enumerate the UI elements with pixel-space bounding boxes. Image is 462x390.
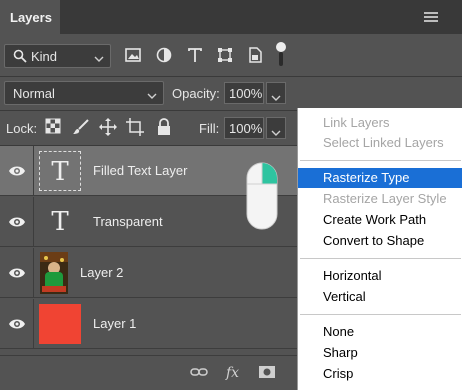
menu-item-crisp[interactable]: Crisp xyxy=(298,364,462,384)
menu-item-sharp[interactable]: Sharp xyxy=(298,343,462,363)
menu-item-rasterize-type[interactable]: Rasterize Type xyxy=(298,168,462,188)
menu-item-link-layers[interactable]: Link Layers xyxy=(298,113,462,133)
lock-label: Lock: xyxy=(6,121,38,136)
lock-transparent-pixels-icon[interactable] xyxy=(45,118,63,136)
menu-item-create-work-path[interactable]: Create Work Path xyxy=(298,210,462,230)
image-filter-icon[interactable] xyxy=(124,46,144,66)
divider xyxy=(0,76,462,77)
lock-icon[interactable] xyxy=(156,118,174,136)
filter-toggle[interactable] xyxy=(276,42,286,68)
opacity-label: Opacity: xyxy=(172,86,220,101)
fill-dropdown[interactable] xyxy=(266,117,286,139)
eye-icon[interactable] xyxy=(8,317,26,331)
move-icon[interactable] xyxy=(99,118,117,136)
right-click-mouse-icon xyxy=(246,162,278,230)
brush-icon[interactable] xyxy=(72,118,90,136)
chevron-down-icon xyxy=(271,124,281,142)
fx-icon[interactable]: fx xyxy=(226,365,239,381)
menu-divider xyxy=(300,258,461,259)
menu-item-horizontal[interactable]: Horizontal xyxy=(298,266,462,286)
menu-item-vertical[interactable]: Vertical xyxy=(298,287,462,307)
fill-label: Fill: xyxy=(199,121,220,136)
opacity-input[interactable]: 100% xyxy=(224,82,264,104)
menu-divider xyxy=(300,314,461,315)
smart-object-filter-icon[interactable] xyxy=(246,46,266,66)
link-icon[interactable] xyxy=(190,365,208,381)
panel-header: Layers xyxy=(0,0,462,34)
fill-input[interactable]: 100% xyxy=(224,117,264,139)
layers-panel: Layers Kind Normal Opacity: 100% Lock: F… xyxy=(0,0,462,390)
panel-menu-icon[interactable] xyxy=(424,12,438,22)
search-icon xyxy=(13,49,27,66)
layer-name[interactable]: Layer 1 xyxy=(93,316,136,331)
tab-layers[interactable]: Layers xyxy=(0,0,60,34)
blend-mode-select[interactable]: Normal xyxy=(4,81,164,105)
type-filter-icon[interactable] xyxy=(186,46,206,66)
menu-item-rasterize-layer-style[interactable]: Rasterize Layer Style xyxy=(298,189,462,209)
opacity-dropdown[interactable] xyxy=(266,82,286,104)
chevron-down-icon xyxy=(94,51,104,66)
filter-kind-label: Kind xyxy=(31,49,58,64)
layer-name[interactable]: Transparent xyxy=(93,214,163,229)
eye-icon[interactable] xyxy=(8,164,26,178)
chevron-down-icon xyxy=(271,89,281,107)
blend-mode-value: Normal xyxy=(13,86,55,101)
filter-kind-select[interactable]: Kind xyxy=(4,44,111,68)
menu-divider xyxy=(300,160,461,161)
chevron-down-icon xyxy=(147,88,157,103)
layer-thumbnail-type: T xyxy=(39,151,81,191)
menu-item-select-linked-layers[interactable]: Select Linked Layers xyxy=(298,133,462,153)
context-menu: Link Layers Select Linked Layers Rasteri… xyxy=(297,108,462,390)
layer-name[interactable]: Filled Text Layer xyxy=(93,163,187,178)
shape-filter-icon[interactable] xyxy=(216,46,236,66)
menu-item-none[interactable]: None xyxy=(298,322,462,342)
layer-mask-icon[interactable] xyxy=(258,365,276,382)
adjustment-filter-icon[interactable] xyxy=(155,46,175,66)
menu-item-convert-to-shape[interactable]: Convert to Shape xyxy=(298,231,462,251)
layer-thumbnail-type: T xyxy=(51,207,69,237)
artboard-icon[interactable] xyxy=(126,118,144,136)
layer-name[interactable]: Layer 2 xyxy=(80,265,123,280)
layer-thumbnail-color xyxy=(39,304,81,344)
eye-icon[interactable] xyxy=(8,215,26,229)
eye-icon[interactable] xyxy=(8,266,26,280)
layer-thumbnail-image xyxy=(40,252,68,294)
